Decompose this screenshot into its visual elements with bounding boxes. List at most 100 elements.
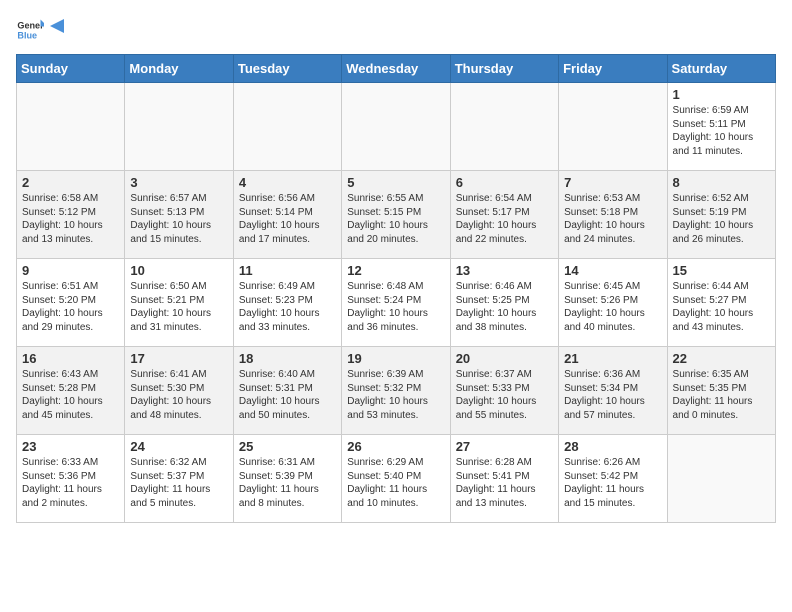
calendar-day-cell xyxy=(125,83,233,171)
day-number: 8 xyxy=(673,175,770,190)
calendar-day-cell: 25Sunrise: 6:31 AM Sunset: 5:39 PM Dayli… xyxy=(233,435,341,523)
day-number: 19 xyxy=(347,351,444,366)
calendar-day-cell xyxy=(17,83,125,171)
calendar-day-cell: 17Sunrise: 6:41 AM Sunset: 5:30 PM Dayli… xyxy=(125,347,233,435)
weekday-header-wednesday: Wednesday xyxy=(342,55,450,83)
day-info: Sunrise: 6:54 AM Sunset: 5:17 PM Dayligh… xyxy=(456,192,553,246)
calendar-day-cell: 23Sunrise: 6:33 AM Sunset: 5:36 PM Dayli… xyxy=(17,435,125,523)
calendar-day-cell xyxy=(559,83,667,171)
header: General Blue xyxy=(16,16,776,44)
day-info: Sunrise: 6:56 AM Sunset: 5:14 PM Dayligh… xyxy=(239,192,336,246)
calendar-day-cell xyxy=(667,435,775,523)
calendar-day-cell: 10 Sunrise: 6:50 AM Sunset: 5:21 PM Dayli… xyxy=(125,259,233,347)
day-info: Sunrise: 6:55 AM Sunset: 5:15 PM Dayligh… xyxy=(347,192,444,246)
calendar-week-row: 9 Sunrise: 6:51 AM Sunset: 5:20 PM Daylig… xyxy=(17,259,776,347)
day-info: Sunrise: 6:58 AM Sunset: 5:12 PM Dayligh… xyxy=(22,192,119,246)
day-number: 2 xyxy=(22,175,119,190)
day-number: 17 xyxy=(130,351,227,366)
day-number: 24 xyxy=(130,439,227,454)
calendar-day-cell xyxy=(450,83,558,171)
calendar-day-cell: 1 Sunrise: 6:59 AM Sunset: 5:11 PM Daylig… xyxy=(667,83,775,171)
day-number: 16 xyxy=(22,351,119,366)
calendar-day-cell: 22Sunrise: 6:35 AM Sunset: 5:35 PM Dayli… xyxy=(667,347,775,435)
svg-text:General: General xyxy=(17,21,44,31)
day-info: Sunrise: 6:44 AM Sunset: 5:27 PM Dayligh… xyxy=(673,280,770,334)
weekday-header-sunday: Sunday xyxy=(17,55,125,83)
day-number: 10 xyxy=(130,263,227,278)
day-info: Sunrise: 6:40 AM Sunset: 5:31 PM Dayligh… xyxy=(239,368,336,422)
calendar-day-cell: 6 Sunrise: 6:54 AM Sunset: 5:17 PM Daylig… xyxy=(450,171,558,259)
weekday-header-monday: Monday xyxy=(125,55,233,83)
weekday-header-thursday: Thursday xyxy=(450,55,558,83)
calendar-week-row: 1 Sunrise: 6:59 AM Sunset: 5:11 PM Daylig… xyxy=(17,83,776,171)
day-info: Sunrise: 6:33 AM Sunset: 5:36 PM Dayligh… xyxy=(22,456,119,510)
day-info: Sunrise: 6:43 AM Sunset: 5:28 PM Dayligh… xyxy=(22,368,119,422)
svg-text:Blue: Blue xyxy=(17,30,37,40)
weekday-header-friday: Friday xyxy=(559,55,667,83)
calendar-day-cell: 20 Sunrise: 6:37 AM Sunset: 5:33 PM Dayli… xyxy=(450,347,558,435)
calendar-day-cell: 21 Sunrise: 6:36 AM Sunset: 5:34 PM Dayli… xyxy=(559,347,667,435)
calendar-day-cell: 26 Sunrise: 6:29 AM Sunset: 5:40 PM Dayli… xyxy=(342,435,450,523)
day-number: 27 xyxy=(456,439,553,454)
calendar-day-cell: 4 Sunrise: 6:56 AM Sunset: 5:14 PM Daylig… xyxy=(233,171,341,259)
calendar-day-cell: 15Sunrise: 6:44 AM Sunset: 5:27 PM Dayli… xyxy=(667,259,775,347)
day-number: 4 xyxy=(239,175,336,190)
logo-arrow-icon xyxy=(46,15,68,37)
day-info: Sunrise: 6:52 AM Sunset: 5:19 PM Dayligh… xyxy=(673,192,770,246)
calendar-day-cell: 28 Sunrise: 6:26 AM Sunset: 5:42 PM Dayli… xyxy=(559,435,667,523)
calendar-day-cell: 16 Sunrise: 6:43 AM Sunset: 5:28 PM Dayli… xyxy=(17,347,125,435)
day-number: 18 xyxy=(239,351,336,366)
day-number: 21 xyxy=(564,351,661,366)
calendar-day-cell: 8 Sunrise: 6:52 AM Sunset: 5:19 PM Daylig… xyxy=(667,171,775,259)
day-info: Sunrise: 6:51 AM Sunset: 5:20 PM Dayligh… xyxy=(22,280,119,334)
calendar-day-cell: 27 Sunrise: 6:28 AM Sunset: 5:41 PM Dayli… xyxy=(450,435,558,523)
day-info: Sunrise: 6:28 AM Sunset: 5:41 PM Dayligh… xyxy=(456,456,553,510)
day-number: 13 xyxy=(456,263,553,278)
day-info: Sunrise: 6:53 AM Sunset: 5:18 PM Dayligh… xyxy=(564,192,661,246)
day-info: Sunrise: 6:37 AM Sunset: 5:33 PM Dayligh… xyxy=(456,368,553,422)
calendar-day-cell: 2 Sunrise: 6:58 AM Sunset: 5:12 PM Daylig… xyxy=(17,171,125,259)
day-number: 25 xyxy=(239,439,336,454)
day-info: Sunrise: 6:35 AM Sunset: 5:35 PM Dayligh… xyxy=(673,368,770,422)
day-number: 5 xyxy=(347,175,444,190)
weekday-header-tuesday: Tuesday xyxy=(233,55,341,83)
day-info: Sunrise: 6:57 AM Sunset: 5:13 PM Dayligh… xyxy=(130,192,227,246)
day-number: 26 xyxy=(347,439,444,454)
weekday-header-saturday: Saturday xyxy=(667,55,775,83)
day-info: Sunrise: 6:32 AM Sunset: 5:37 PM Dayligh… xyxy=(130,456,227,510)
calendar-day-cell: 13 Sunrise: 6:46 AM Sunset: 5:25 PM Dayli… xyxy=(450,259,558,347)
calendar-day-cell: 24 Sunrise: 6:32 AM Sunset: 5:37 PM Dayli… xyxy=(125,435,233,523)
calendar-day-cell: 7 Sunrise: 6:53 AM Sunset: 5:18 PM Daylig… xyxy=(559,171,667,259)
day-number: 3 xyxy=(130,175,227,190)
day-number: 12 xyxy=(347,263,444,278)
day-number: 6 xyxy=(456,175,553,190)
logo-icon: General Blue xyxy=(16,16,44,44)
calendar-day-cell: 14Sunrise: 6:45 AM Sunset: 5:26 PM Dayli… xyxy=(559,259,667,347)
calendar-table: SundayMondayTuesdayWednesdayThursdayFrid… xyxy=(16,54,776,523)
day-info: Sunrise: 6:29 AM Sunset: 5:40 PM Dayligh… xyxy=(347,456,444,510)
logo: General Blue xyxy=(16,16,68,44)
calendar-day-cell xyxy=(342,83,450,171)
day-info: Sunrise: 6:48 AM Sunset: 5:24 PM Dayligh… xyxy=(347,280,444,334)
calendar-day-cell: 18 Sunrise: 6:40 AM Sunset: 5:31 PM Dayli… xyxy=(233,347,341,435)
calendar-day-cell: 11 Sunrise: 6:49 AM Sunset: 5:23 PM Dayli… xyxy=(233,259,341,347)
day-number: 28 xyxy=(564,439,661,454)
day-number: 1 xyxy=(673,87,770,102)
calendar-day-cell: 5 Sunrise: 6:55 AM Sunset: 5:15 PM Daylig… xyxy=(342,171,450,259)
day-number: 7 xyxy=(564,175,661,190)
day-info: Sunrise: 6:46 AM Sunset: 5:25 PM Dayligh… xyxy=(456,280,553,334)
day-number: 11 xyxy=(239,263,336,278)
calendar-week-row: 23Sunrise: 6:33 AM Sunset: 5:36 PM Dayli… xyxy=(17,435,776,523)
day-info: Sunrise: 6:39 AM Sunset: 5:32 PM Dayligh… xyxy=(347,368,444,422)
calendar-week-row: 2 Sunrise: 6:58 AM Sunset: 5:12 PM Daylig… xyxy=(17,171,776,259)
calendar-day-cell: 3 Sunrise: 6:57 AM Sunset: 5:13 PM Daylig… xyxy=(125,171,233,259)
calendar-day-cell: 9 Sunrise: 6:51 AM Sunset: 5:20 PM Daylig… xyxy=(17,259,125,347)
day-info: Sunrise: 6:49 AM Sunset: 5:23 PM Dayligh… xyxy=(239,280,336,334)
day-number: 9 xyxy=(22,263,119,278)
day-info: Sunrise: 6:59 AM Sunset: 5:11 PM Dayligh… xyxy=(673,104,770,158)
day-number: 20 xyxy=(456,351,553,366)
calendar-day-cell: 12 Sunrise: 6:48 AM Sunset: 5:24 PM Dayli… xyxy=(342,259,450,347)
day-info: Sunrise: 6:50 AM Sunset: 5:21 PM Dayligh… xyxy=(130,280,227,334)
day-info: Sunrise: 6:36 AM Sunset: 5:34 PM Dayligh… xyxy=(564,368,661,422)
day-info: Sunrise: 6:26 AM Sunset: 5:42 PM Dayligh… xyxy=(564,456,661,510)
